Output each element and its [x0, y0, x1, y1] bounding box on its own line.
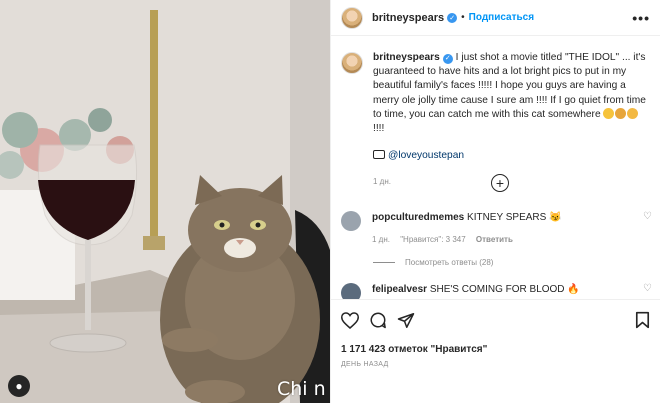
comment-likes[interactable]: "Нравится": 3 347 — [400, 235, 465, 244]
watermark-text: Chi n — [277, 378, 326, 400]
comment-like-icon[interactable]: ♡ — [643, 211, 652, 244]
add-comment-icon[interactable]: + — [491, 174, 509, 192]
avatar[interactable] — [341, 6, 363, 29]
likes-count[interactable]: 1 171 423 отметок "Нравится" — [341, 344, 650, 355]
more-options-icon[interactable]: ••• — [632, 10, 650, 26]
follow-button[interactable]: Подписаться — [469, 12, 534, 23]
caption-username[interactable]: britneyspears — [373, 52, 440, 63]
post-header: britneyspears ✓ • Подписаться ••• — [331, 0, 660, 36]
comment-username[interactable]: felipealvesr — [372, 284, 427, 295]
post-photo: ● — [0, 0, 330, 403]
bookmark-icon[interactable] — [635, 311, 650, 329]
verified-badge-icon: ✓ — [447, 12, 458, 23]
list-item: felipealvesr SHE'S COMING FOR BLOOD 🔥 ♡ — [341, 283, 652, 299]
comment-avatar[interactable] — [341, 283, 361, 299]
post-actions: 1 171 423 отметок "Нравится" ДЕНЬ НАЗАД — [331, 299, 660, 403]
grinning-emoji-icon — [603, 107, 615, 119]
list-item: popculturedmemes KITNEY SPEARS 😼 1 дн. "… — [341, 211, 652, 244]
comment-username[interactable]: popculturedmemes — [372, 212, 464, 223]
reply-button[interactable]: Ответить — [476, 235, 513, 244]
view-replies-button[interactable]: Посмотреть ответы (28) — [373, 258, 493, 267]
heart-icon[interactable] — [341, 311, 359, 329]
verified-badge-icon: ✓ — [442, 54, 453, 65]
caption-time: 1 дн. — [373, 177, 391, 187]
comment-text: KITNEY SPEARS 😼 — [464, 212, 562, 223]
comment-text: SHE'S COMING FOR BLOOD 🔥 — [427, 284, 580, 295]
share-icon[interactable] — [397, 312, 415, 329]
post-side-panel: britneyspears ✓ • Подписаться ••• britne… — [330, 0, 660, 403]
grinning-emoji-icon — [627, 107, 639, 119]
separator-dot: • — [461, 12, 465, 23]
replies-divider — [373, 262, 395, 263]
comment-time: 1 дн. — [372, 235, 390, 244]
camera-icon — [373, 150, 385, 160]
view-replies-label: Посмотреть ответы (28) — [405, 258, 494, 267]
caption-avatar[interactable] — [341, 52, 363, 74]
comment-icon[interactable] — [369, 311, 387, 329]
comment-like-icon[interactable]: ♡ — [643, 283, 652, 299]
credit-mention-link[interactable]: @loveyoustepan — [388, 150, 464, 161]
user-tag-icon[interactable]: ● — [8, 375, 30, 397]
post-username[interactable]: britneyspears — [372, 12, 444, 24]
comments-section[interactable]: britneyspears ✓ I just shot a movie title… — [331, 37, 660, 299]
caption-text-end: !!!! — [373, 123, 385, 135]
cat-wine-photo — [0, 0, 330, 403]
caption: britneyspears ✓ I just shot a movie title… — [331, 37, 660, 190]
cat-emoji-icon — [615, 107, 627, 119]
comment-avatar[interactable] — [341, 211, 361, 231]
post-timestamp: ДЕНЬ НАЗАД — [341, 361, 389, 368]
